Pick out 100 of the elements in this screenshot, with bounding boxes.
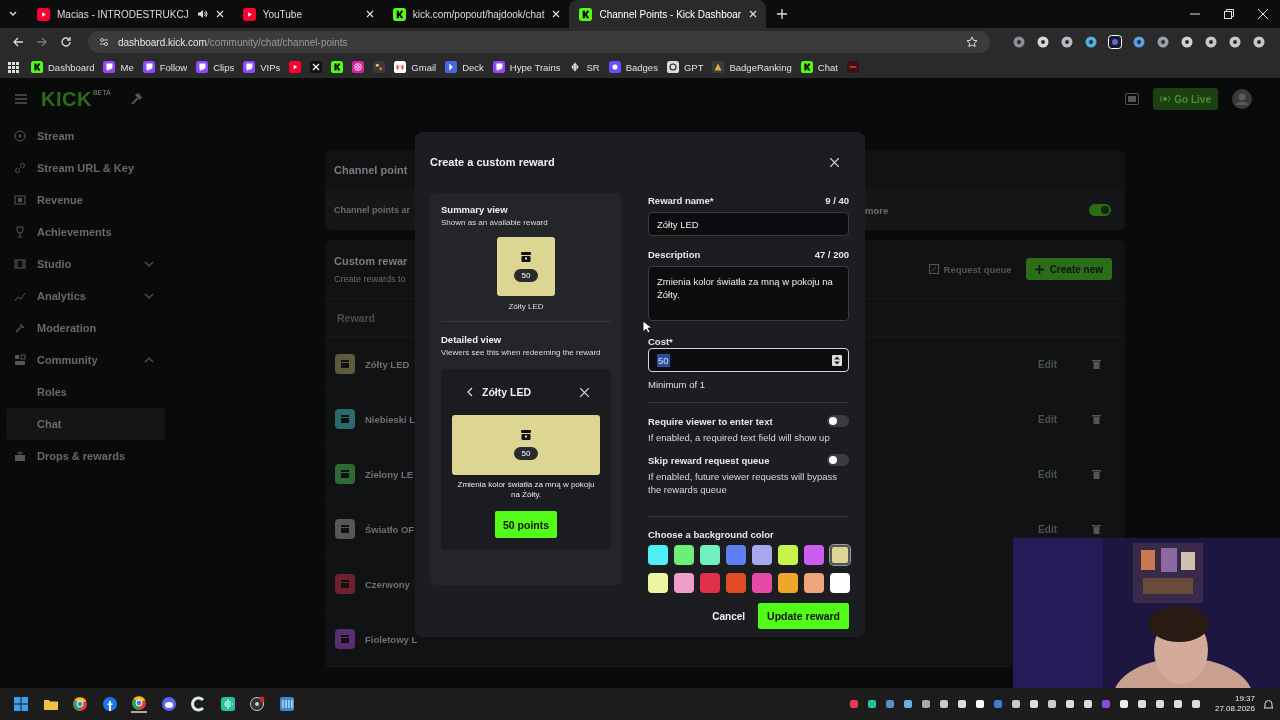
tray-icon[interactable] [1172,699,1183,709]
sidebar-item[interactable]: Analytics [0,280,170,312]
bookmark-link[interactable]: Clips [196,61,235,73]
tray-icon[interactable] [1190,699,1201,709]
bookmark-icon[interactable] [331,61,344,73]
browser-icon[interactable] [72,696,88,712]
notification-icon[interactable] [1263,698,1274,710]
close-icon[interactable] [580,387,589,397]
tray-icon[interactable] [920,699,931,709]
start-icon[interactable] [13,696,29,712]
apps-grid-icon[interactable] [8,61,19,73]
extension-icon[interactable] [1252,35,1266,49]
extension-icon[interactable] [1108,35,1122,49]
trash-icon[interactable] [1092,524,1101,534]
color-swatch[interactable] [674,573,694,593]
color-swatch[interactable] [752,573,772,593]
browser-icon[interactable] [131,695,147,713]
back-icon[interactable] [467,387,473,397]
bookmark-link[interactable]: SR [569,61,600,73]
text-area[interactable]: Zmienia kolor światła za mną w pokoju na Żółty. [648,266,849,321]
redeem-button[interactable]: 50 points [494,511,558,538]
bookmark-icon[interactable] [289,61,302,73]
close-icon[interactable] [214,9,225,19]
extension-icon[interactable] [1084,35,1098,49]
extension-icon[interactable] [1204,35,1218,49]
browser-tab[interactable]: Channel Points - Kick Dashboar [569,0,767,28]
bookmark-link[interactable]: BadgeRanking [712,61,792,73]
bookmark-link[interactable]: Follow [142,61,188,73]
tray-icon[interactable] [1010,699,1021,709]
sidebar-item[interactable]: Drops & rewards [0,440,170,472]
bookmark-link[interactable]: Hype Trains [492,61,561,73]
bars-icon[interactable] [278,696,295,712]
sidebar-item[interactable]: Studio [0,248,170,280]
color-swatch[interactable] [700,545,720,565]
spinner-icon[interactable] [832,354,842,366]
tray-icon[interactable] [938,699,949,709]
tray-icon[interactable] [956,699,967,709]
tray-icon[interactable] [974,699,985,709]
close-icon[interactable] [830,157,839,167]
color-swatch[interactable] [726,545,746,565]
tray-icon[interactable] [1136,699,1147,709]
bookmark-link[interactable]: GPT [666,61,704,73]
trash-icon[interactable] [1092,469,1101,479]
extension-icon[interactable] [1036,35,1050,49]
close-icon[interactable] [1258,9,1268,19]
bookmark-link[interactable]: Me [103,61,134,73]
color-swatch[interactable] [804,573,824,593]
input-field[interactable]: Zółty LED [648,212,849,236]
close-icon[interactable] [748,9,759,19]
forward-icon[interactable] [36,36,48,48]
toggle-switch[interactable] [827,415,849,427]
tray-icon[interactable] [1082,699,1093,709]
close-icon[interactable] [551,9,562,19]
browser-tab[interactable]: kick.com/popout/hajdook/chat [382,0,570,28]
tray-icon[interactable] [866,699,877,709]
browser-tab[interactable]: YouTube [232,0,383,28]
bookmark-link[interactable]: Dashboard [31,61,95,73]
sidebar-item[interactable]: Revenue [0,184,170,216]
avatar-icon[interactable] [1232,89,1252,109]
tray-icon[interactable] [1118,699,1129,709]
bookmark-link[interactable]: VIPs [243,61,281,73]
cancel-button[interactable]: Cancel [712,610,746,622]
social-icon[interactable] [101,696,118,712]
sidebar-item[interactable]: Stream [0,120,170,152]
address-bar[interactable]: dashboard.kick.com/community/chat/channel-points [88,31,990,53]
sidebar-item[interactable]: Stream URL & Key [0,152,170,184]
bookmark-link[interactable]: Deck [445,61,484,73]
sidebar-item[interactable]: Community [0,344,170,376]
trash-icon[interactable] [1092,414,1101,424]
extension-icon[interactable] [1180,35,1194,49]
close-icon[interactable] [364,9,375,19]
ring-icon[interactable] [190,696,206,712]
color-swatch[interactable] [804,545,824,565]
color-swatch[interactable] [648,545,668,565]
star-icon[interactable] [966,36,978,48]
back-icon[interactable] [12,36,24,48]
studio-icon[interactable] [1125,93,1140,105]
tray-icon[interactable] [1064,699,1075,709]
color-swatch[interactable] [778,545,798,565]
points-toggle[interactable] [1089,204,1111,216]
record-icon[interactable] [249,696,265,712]
extension-icon[interactable] [1060,35,1074,49]
update-button[interactable]: Update reward [758,603,849,629]
bookmark-link[interactable]: Chat [800,61,838,73]
number-field[interactable]: 50 [648,348,849,372]
color-swatch[interactable] [700,573,720,593]
tray-icon[interactable] [1028,699,1039,709]
color-swatch[interactable] [752,545,772,565]
color-swatch[interactable] [726,573,746,593]
tray-icon[interactable] [1154,699,1165,709]
color-swatch[interactable] [674,545,694,565]
reload-icon[interactable] [60,36,72,48]
bookmark-icon[interactable] [310,61,323,73]
trash-icon[interactable] [1092,359,1101,369]
new-tab-icon[interactable] [776,8,789,20]
chat-app-icon[interactable] [160,696,177,712]
bookmark-link[interactable]: Badges [608,61,658,73]
sidebar-item[interactable]: Roles [6,376,165,408]
restore-icon[interactable] [1224,9,1234,19]
extension-icon[interactable] [1228,35,1242,49]
